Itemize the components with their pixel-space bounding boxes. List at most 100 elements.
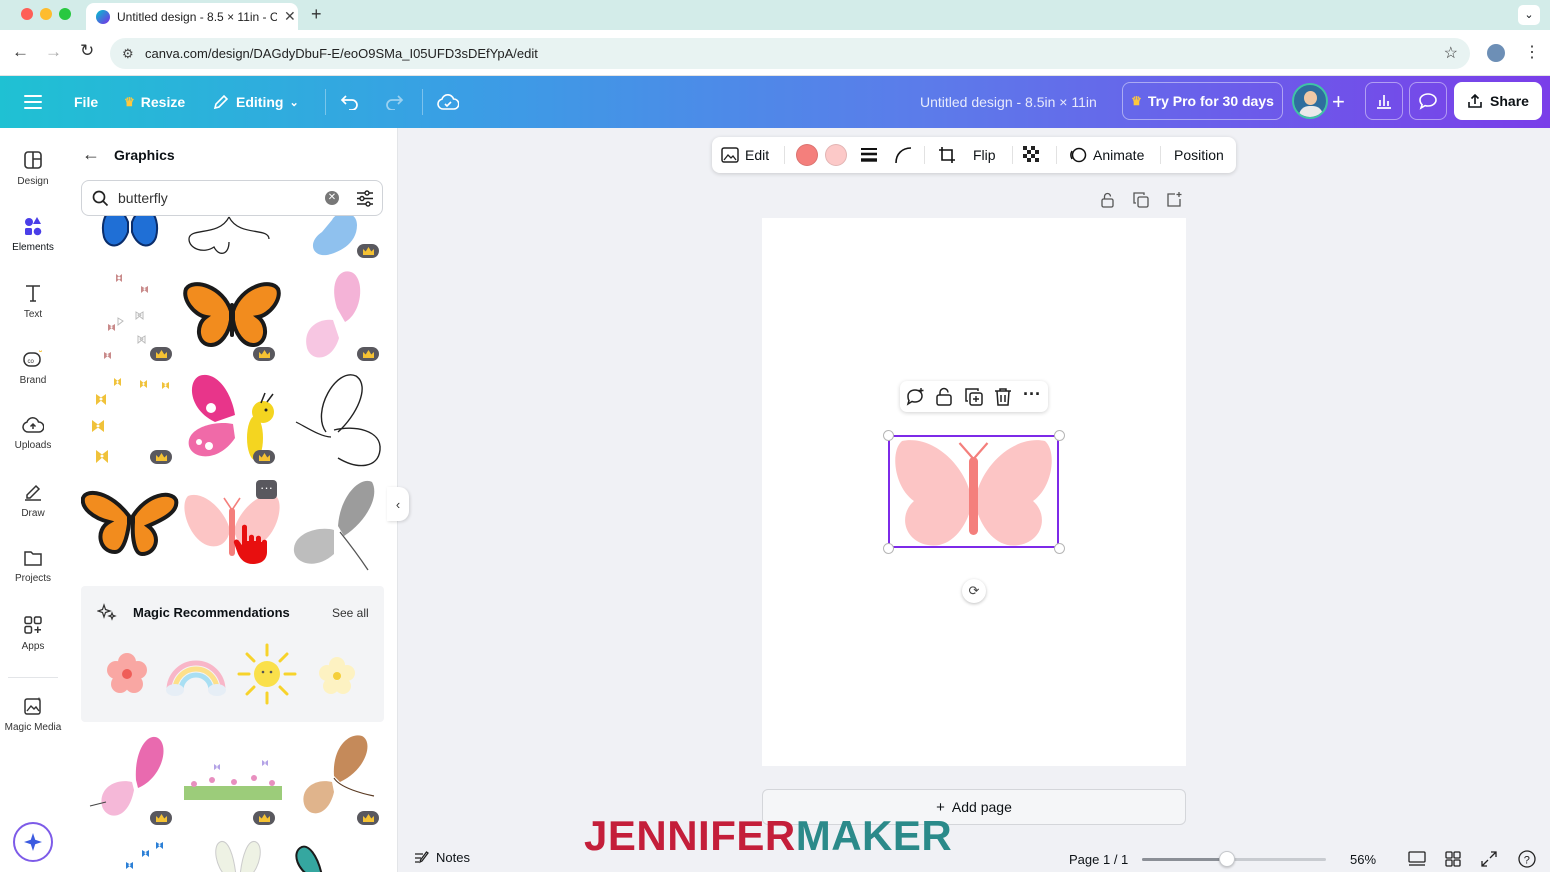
window-close-button[interactable] xyxy=(21,8,33,20)
comments-button[interactable] xyxy=(1409,82,1447,120)
resize-handle-bottom-right[interactable] xyxy=(1054,543,1065,554)
rail-item-brand[interactable]: co Brand xyxy=(0,349,66,386)
color-swatch-light-pink[interactable] xyxy=(825,144,847,166)
graphic-iridescent-butterfly[interactable] xyxy=(292,836,332,872)
hamburger-icon xyxy=(24,95,42,109)
page-view-icon[interactable] xyxy=(1408,851,1426,867)
magic-assistant-button[interactable] xyxy=(13,822,53,862)
rail-label-uploads: Uploads xyxy=(14,440,52,451)
graphic-monarch-butterfly[interactable] xyxy=(183,281,281,351)
rail-label-text: Text xyxy=(23,309,43,320)
border-style-button[interactable] xyxy=(860,137,878,173)
forward-arrow-icon[interactable]: → xyxy=(45,42,62,62)
more-options-icon[interactable]: ··· xyxy=(256,480,277,499)
rail-item-apps[interactable]: Apps xyxy=(0,615,66,652)
color-swatch-coral[interactable] xyxy=(796,144,818,166)
window-maximize-button[interactable] xyxy=(59,8,71,20)
graphic-monarch-butterfly-side[interactable] xyxy=(81,486,179,558)
graphic-pink-flower[interactable] xyxy=(105,652,149,696)
comment-add-icon[interactable] xyxy=(905,387,925,407)
transparency-button[interactable] xyxy=(1023,137,1041,173)
window-minimize-button[interactable] xyxy=(40,8,52,20)
back-arrow-icon[interactable]: ← xyxy=(82,144,100,165)
fullscreen-icon[interactable] xyxy=(1481,851,1497,867)
rotate-icon: ⟳ xyxy=(968,583,980,598)
rail-item-text[interactable]: Text xyxy=(0,283,66,320)
rail-label-draw: Draw xyxy=(21,508,45,519)
rail-item-magic-media[interactable]: Magic Media xyxy=(0,696,66,733)
profile-avatar[interactable] xyxy=(1487,44,1505,62)
position-button[interactable]: Position xyxy=(1174,137,1224,173)
bookmark-star-icon[interactable]: ☆ xyxy=(1444,38,1458,69)
insights-button[interactable] xyxy=(1365,82,1403,120)
resize-handle-top-right[interactable] xyxy=(1054,430,1065,441)
rail-item-draw[interactable]: Draw xyxy=(0,482,66,519)
pro-badge xyxy=(357,244,379,258)
edit-image-button[interactable]: Edit xyxy=(721,137,769,173)
browser-tab[interactable]: Untitled design - 8.5 × 11in - C ✕ xyxy=(86,3,298,30)
zoom-slider[interactable] xyxy=(1142,851,1326,867)
more-options-icon[interactable]: ··· xyxy=(1023,384,1041,405)
graphic-white-butterfly[interactable] xyxy=(208,836,268,872)
rail-item-projects[interactable]: Projects xyxy=(0,549,66,584)
graphic-flower-meadow[interactable] xyxy=(184,756,282,804)
trash-icon[interactable] xyxy=(994,387,1012,407)
page-indicator[interactable]: Page 1 / 1 xyxy=(1069,852,1128,867)
file-menu-button[interactable]: File xyxy=(74,76,98,128)
site-settings-icon[interactable]: ⚙ xyxy=(122,38,134,69)
grid-view-icon[interactable] xyxy=(1445,851,1461,867)
graphic-line-art-butterfly[interactable] xyxy=(286,372,386,470)
crown-icon xyxy=(362,247,374,255)
invite-member-button[interactable]: + xyxy=(1332,76,1345,128)
graphic-yellow-flower[interactable] xyxy=(316,656,358,696)
share-button[interactable]: Share xyxy=(1454,82,1542,120)
graphic-blue-butterflies[interactable] xyxy=(116,836,176,872)
resize-button[interactable]: ♛ Resize xyxy=(124,76,185,128)
try-pro-button[interactable]: ♛ Try Pro for 30 days xyxy=(1122,82,1283,120)
design-title[interactable]: Untitled design - 8.5in × 11in xyxy=(920,76,1097,128)
clear-search-icon[interactable]: ✕ xyxy=(325,191,339,205)
browser-menu-icon[interactable]: ⋮ xyxy=(1524,42,1540,62)
rail-item-design[interactable]: Design xyxy=(0,150,66,187)
tab-list-chevron-icon[interactable]: ⌄ xyxy=(1518,5,1540,25)
resize-handle-bottom-left[interactable] xyxy=(883,543,894,554)
corner-rounding-button[interactable] xyxy=(894,137,912,173)
animate-button[interactable]: Animate xyxy=(1069,137,1144,173)
graphic-sun[interactable] xyxy=(236,642,298,706)
resize-handle-top-left[interactable] xyxy=(883,430,894,441)
rail-item-uploads[interactable]: Uploads xyxy=(0,416,66,451)
rail-label-projects: Projects xyxy=(14,573,52,584)
graphic-rainbow[interactable] xyxy=(165,650,227,698)
zoom-percent[interactable]: 56% xyxy=(1350,852,1376,867)
back-arrow-icon[interactable]: ← xyxy=(12,42,29,62)
duplicate-page-icon[interactable] xyxy=(1133,192,1149,208)
search-input[interactable]: butterfly ✕ xyxy=(81,180,383,216)
rotate-handle[interactable]: ⟳ xyxy=(962,579,986,603)
see-all-link[interactable]: See all xyxy=(332,606,369,620)
cloud-save-button[interactable] xyxy=(437,76,459,128)
url-field[interactable]: ⚙ canva.com/design/DAGdyDbuF-E/eoO9SMa_I… xyxy=(110,38,1470,69)
rail-item-elements[interactable]: Elements xyxy=(0,216,66,253)
reload-icon[interactable]: ↻ xyxy=(80,41,94,61)
duplicate-icon[interactable] xyxy=(964,387,984,407)
filter-sliders-icon[interactable] xyxy=(356,190,374,207)
svg-text:co: co xyxy=(28,359,35,365)
zoom-slider-thumb[interactable] xyxy=(1219,851,1235,867)
lock-page-icon[interactable] xyxy=(1100,192,1115,208)
flip-button[interactable]: Flip xyxy=(973,137,996,173)
new-tab-icon[interactable]: + xyxy=(311,4,322,25)
uploads-icon xyxy=(22,417,44,433)
crop-button[interactable] xyxy=(938,137,956,173)
notes-button[interactable]: Notes xyxy=(414,850,470,865)
main-menu-button[interactable] xyxy=(24,76,42,128)
collapse-panel-button[interactable]: ‹ xyxy=(387,487,409,521)
undo-button[interactable] xyxy=(340,76,360,128)
redo-button[interactable] xyxy=(384,76,404,128)
editing-mode-dropdown[interactable]: Editing ⌄ xyxy=(212,76,299,128)
help-icon[interactable]: ? xyxy=(1518,850,1536,868)
graphic-grey-butterfly[interactable] xyxy=(290,476,380,574)
lock-icon[interactable] xyxy=(935,387,953,407)
user-avatar[interactable] xyxy=(1292,83,1328,119)
tab-close-icon[interactable]: ✕ xyxy=(284,8,296,25)
add-page-icon[interactable] xyxy=(1166,192,1182,208)
